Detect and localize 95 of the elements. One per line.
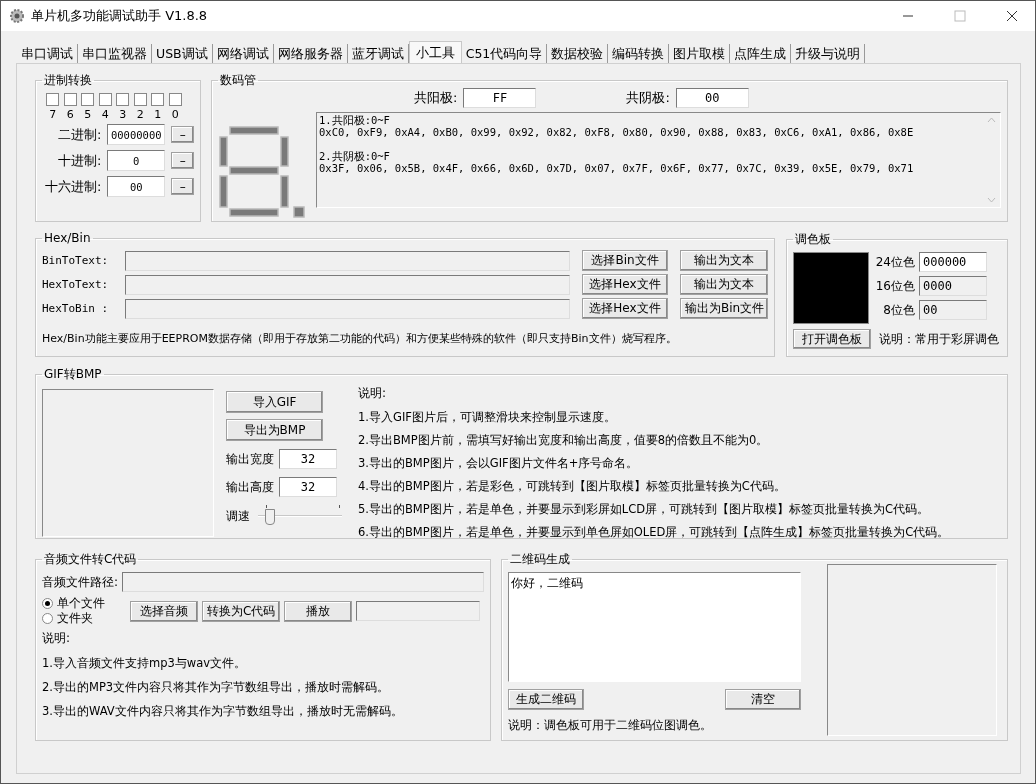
input-field[interactable]: 000000 [919,252,987,272]
bit-label: 2 [136,108,144,121]
note-text: 3.导出的BMP图片，会以GIF图片文件名+序号命名。 [358,456,640,471]
field-label: 十六进制: [43,177,102,196]
output-button[interactable]: 输出为文本 [680,250,768,271]
note-text: 1.导入GIF图片后，可调整滑块来控制显示速度。 [358,410,617,425]
file-path-field[interactable] [122,572,484,592]
checkbox[interactable] [168,93,182,106]
bit-label: 1 [154,108,162,121]
bit-label: 3 [119,108,127,121]
input-field[interactable]: 00 [675,88,749,108]
field-label: HexToBin : [42,302,110,315]
group-title: 二维码生成 [509,551,571,568]
output-button[interactable]: 输出为文本 [680,274,768,295]
note-text: 说明：调色板可用于二维码位图调色。 [508,717,713,734]
notes-title: 说明: [42,630,72,647]
note-text: 6.导出的BMP图片，若是单色，并要显示到单色屏如OLED屏，可跳转到【点阵生成】标签页批量转换为C代码。 [358,525,950,540]
export-bmp-button[interactable]: 导出为BMP [226,419,323,441]
field-label: 16位色 [875,277,915,295]
bit-label: 0 [171,108,179,121]
input-field[interactable]: 00 [919,300,987,320]
speed-slider[interactable] [258,505,342,527]
field-label: 共阳极: [414,89,458,107]
text-area[interactable]: 你好，二维码 [508,572,801,682]
gear-icon [9,8,25,24]
decrement-button[interactable]: – [171,152,194,169]
file-path-field[interactable] [125,250,570,271]
checkbox[interactable] [63,93,77,106]
bit-label: 7 [49,108,57,121]
decrement-button[interactable]: – [171,178,194,195]
field-label: 输出高度 [226,478,274,496]
field-label: 二进制: [56,125,102,144]
import-gif-button[interactable]: 导入GIF [226,391,323,413]
select-file-button[interactable]: 选择Hex文件 [582,274,668,295]
select-file-button[interactable]: 选择Bin文件 [582,250,668,271]
checkbox[interactable] [46,93,60,106]
input-field[interactable]: 00 [107,176,166,197]
group-title: 调色板 [794,231,832,248]
field-label: 十进制: [56,151,102,170]
input-field[interactable]: 0000 [919,276,987,296]
radio-label: 单个文件 [57,595,105,612]
generate-qr-button[interactable]: 生成二维码 [508,689,584,710]
bit-label: 4 [101,108,109,121]
note-text: 4.导出的BMP图片，若是彩色，可跳转到【图片取模】标签页批量转换为C代码。 [358,479,787,494]
radio-label: 文件夹 [57,610,93,627]
bit-label: 6 [66,108,74,121]
file-path-field[interactable] [125,298,570,319]
note-text: 2.导出BMP图片前，需填写好输出宽度和输出高度，值要8的倍数且不能为0。 [358,433,770,448]
status-field[interactable] [356,601,480,621]
field-label: HexToText: [42,278,110,291]
input-field[interactable]: 00000000 [107,124,166,145]
code-text: 1.共阳极:0~F 0xC0, 0xF9, 0xA4, 0xB0, 0x99, 0x92, 0x82, 0xF8, 0x80, 0x90, 0x88, 0x83, 0xC6, 0xA1, 0x86, 0x8E 2.共阴极:0~F 0x3F, 0x06, 0x5B, 0x4F, 0x66, 0x6D, 0x7D, 0x07, 0x7F, 0x6F, 0x77, 0x7C, 0x39, 0x5E, 0x79, 0x71 [318,113,915,176]
field-label: 8位色 [882,301,915,319]
group-title: Hex/Bin [43,231,92,245]
checkbox[interactable] [98,93,112,106]
window-title: 单片机多功能调试助手 V1.8.8 [31,7,209,25]
radio-button[interactable] [42,613,53,624]
field-label: 共阴极: [626,89,670,107]
field-label: 调速 [226,507,250,525]
notes-title: 说明: [358,385,388,402]
field-label: 输出宽度 [226,450,274,468]
group-title: 进制转换 [43,72,93,89]
open-palette-button[interactable]: 打开调色板 [793,329,871,349]
input-field[interactable]: FF [463,88,537,108]
checkbox[interactable] [81,93,95,106]
group-title: 数码管 [219,72,257,89]
checkbox[interactable] [133,93,147,106]
note-text: 说明：常用于彩屏调色 [879,330,999,348]
audio-button[interactable]: 选择音频 [130,600,198,622]
select-file-button[interactable]: 选择Hex文件 [582,298,668,319]
output-button[interactable]: 输出为Bin文件 [680,298,768,319]
note-text: 3.导出的WAV文件内容只将其作为字节数组导出，播放时无需解码。 [42,704,404,719]
file-path-field[interactable] [125,274,570,295]
note-text: 1.导入音频文件支持mp3与wav文件。 [42,656,248,671]
group-title: 音频文件转C代码 [43,551,138,568]
field-label: BinToText: [42,254,110,267]
note-text: 5.导出的BMP图片，若是单色，并要显示到彩屏如LCD屏，可跳转到【图片取模】标签页批量转换为C代码。 [358,502,931,517]
note-text: Hex/Bin功能主要应用于EEPROM数据存储（即用于存放第二功能的代码）和方便某些特殊的软件（即只支持Bin文件）烧写程序。 [42,331,678,346]
tab[interactable]: 小工具 [408,41,462,63]
input-field[interactable]: 32 [279,449,337,469]
input-field[interactable]: 0 [107,150,166,171]
field-label: 24位色 [875,253,915,271]
checkbox[interactable] [116,93,130,106]
checkbox[interactable] [151,93,165,106]
note-text: 2.导出的MP3文件内容只将其作为字节数组导出，播放时需解码。 [42,680,391,695]
input-field[interactable]: 32 [279,477,337,497]
field-label: 音频文件路径: [42,573,119,591]
audio-button[interactable]: 转换为C代码 [202,600,280,622]
slider-thumb[interactable] [265,509,276,525]
bit-label: 5 [84,108,92,121]
audio-button[interactable]: 播放 [284,600,352,622]
decrement-button[interactable]: – [171,126,194,143]
clear-button[interactable]: 清空 [725,689,801,710]
group-title: GIF转BMP [43,366,103,383]
radio-button[interactable] [42,598,53,609]
